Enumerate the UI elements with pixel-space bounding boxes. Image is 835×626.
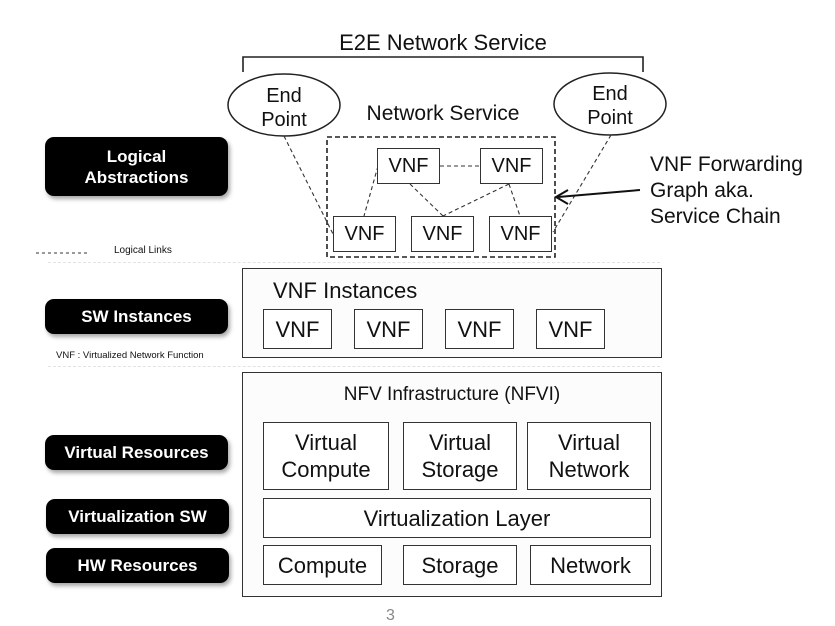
virtual-compute-box: Virtual Compute — [263, 422, 389, 490]
graph-vnf-node: VNF — [333, 216, 396, 252]
layer-label-virtualization-sw: Virtualization SW — [46, 499, 229, 534]
link-endpoint-left-vnf — [283, 135, 334, 235]
link-vnf-top1-bottom1 — [363, 165, 379, 217]
annotation-arrow-line — [557, 189, 641, 198]
layer-label-logical-abstractions: Logical Abstractions — [45, 137, 228, 196]
layer-label-hw-resources: HW Resources — [46, 548, 229, 583]
vnf-instance: VNF — [445, 309, 514, 349]
graph-vnf-node: VNF — [411, 216, 474, 252]
logical-links-legend-label: Logical Links — [114, 245, 172, 256]
vnf-definition-note: VNF : Virtualized Network Function — [56, 350, 204, 361]
virtualization-layer-box: Virtualization Layer — [263, 498, 651, 538]
endpoint-left-label: End Point — [261, 85, 307, 131]
endpoint-right-label: End Point — [587, 83, 633, 129]
vnf-instance: VNF — [536, 309, 605, 349]
e2e-bracket — [242, 56, 644, 72]
e2e-network-service-title: E2E Network Service — [339, 30, 547, 55]
link-vnf-top1-bottom2 — [409, 183, 444, 217]
virtual-network-box: Virtual Network — [527, 422, 651, 490]
forwarding-graph-annotation: VNF Forwarding Graph aka. Service Chain — [650, 153, 803, 228]
virtual-storage-box: Virtual Storage — [403, 422, 517, 490]
graph-vnf-node: VNF — [377, 148, 440, 184]
vnf-instances-title: VNF Instances — [273, 278, 418, 303]
layer-separator — [48, 366, 660, 367]
graph-vnf-node: VNF — [480, 148, 543, 184]
page-number: 3 — [386, 607, 395, 624]
network-box: Network — [530, 545, 651, 585]
network-service-title: Network Service — [366, 102, 520, 125]
layer-label-virtual-resources: Virtual Resources — [45, 435, 228, 470]
link-vnf-top2-bottom2 — [442, 183, 510, 217]
storage-box: Storage — [403, 545, 517, 585]
link-vnf-top2-bottom3 — [508, 183, 521, 217]
vnf-instance: VNF — [263, 309, 332, 349]
vnf-instance: VNF — [354, 309, 423, 349]
graph-vnf-node: VNF — [489, 216, 552, 252]
compute-box: Compute — [263, 545, 382, 585]
nfvi-title: NFV Infrastructure (NFVI) — [343, 384, 561, 405]
layer-label-sw-instances: SW Instances — [45, 299, 228, 334]
link-endpoint-right-vnf — [552, 134, 612, 233]
layer-separator — [48, 262, 660, 263]
